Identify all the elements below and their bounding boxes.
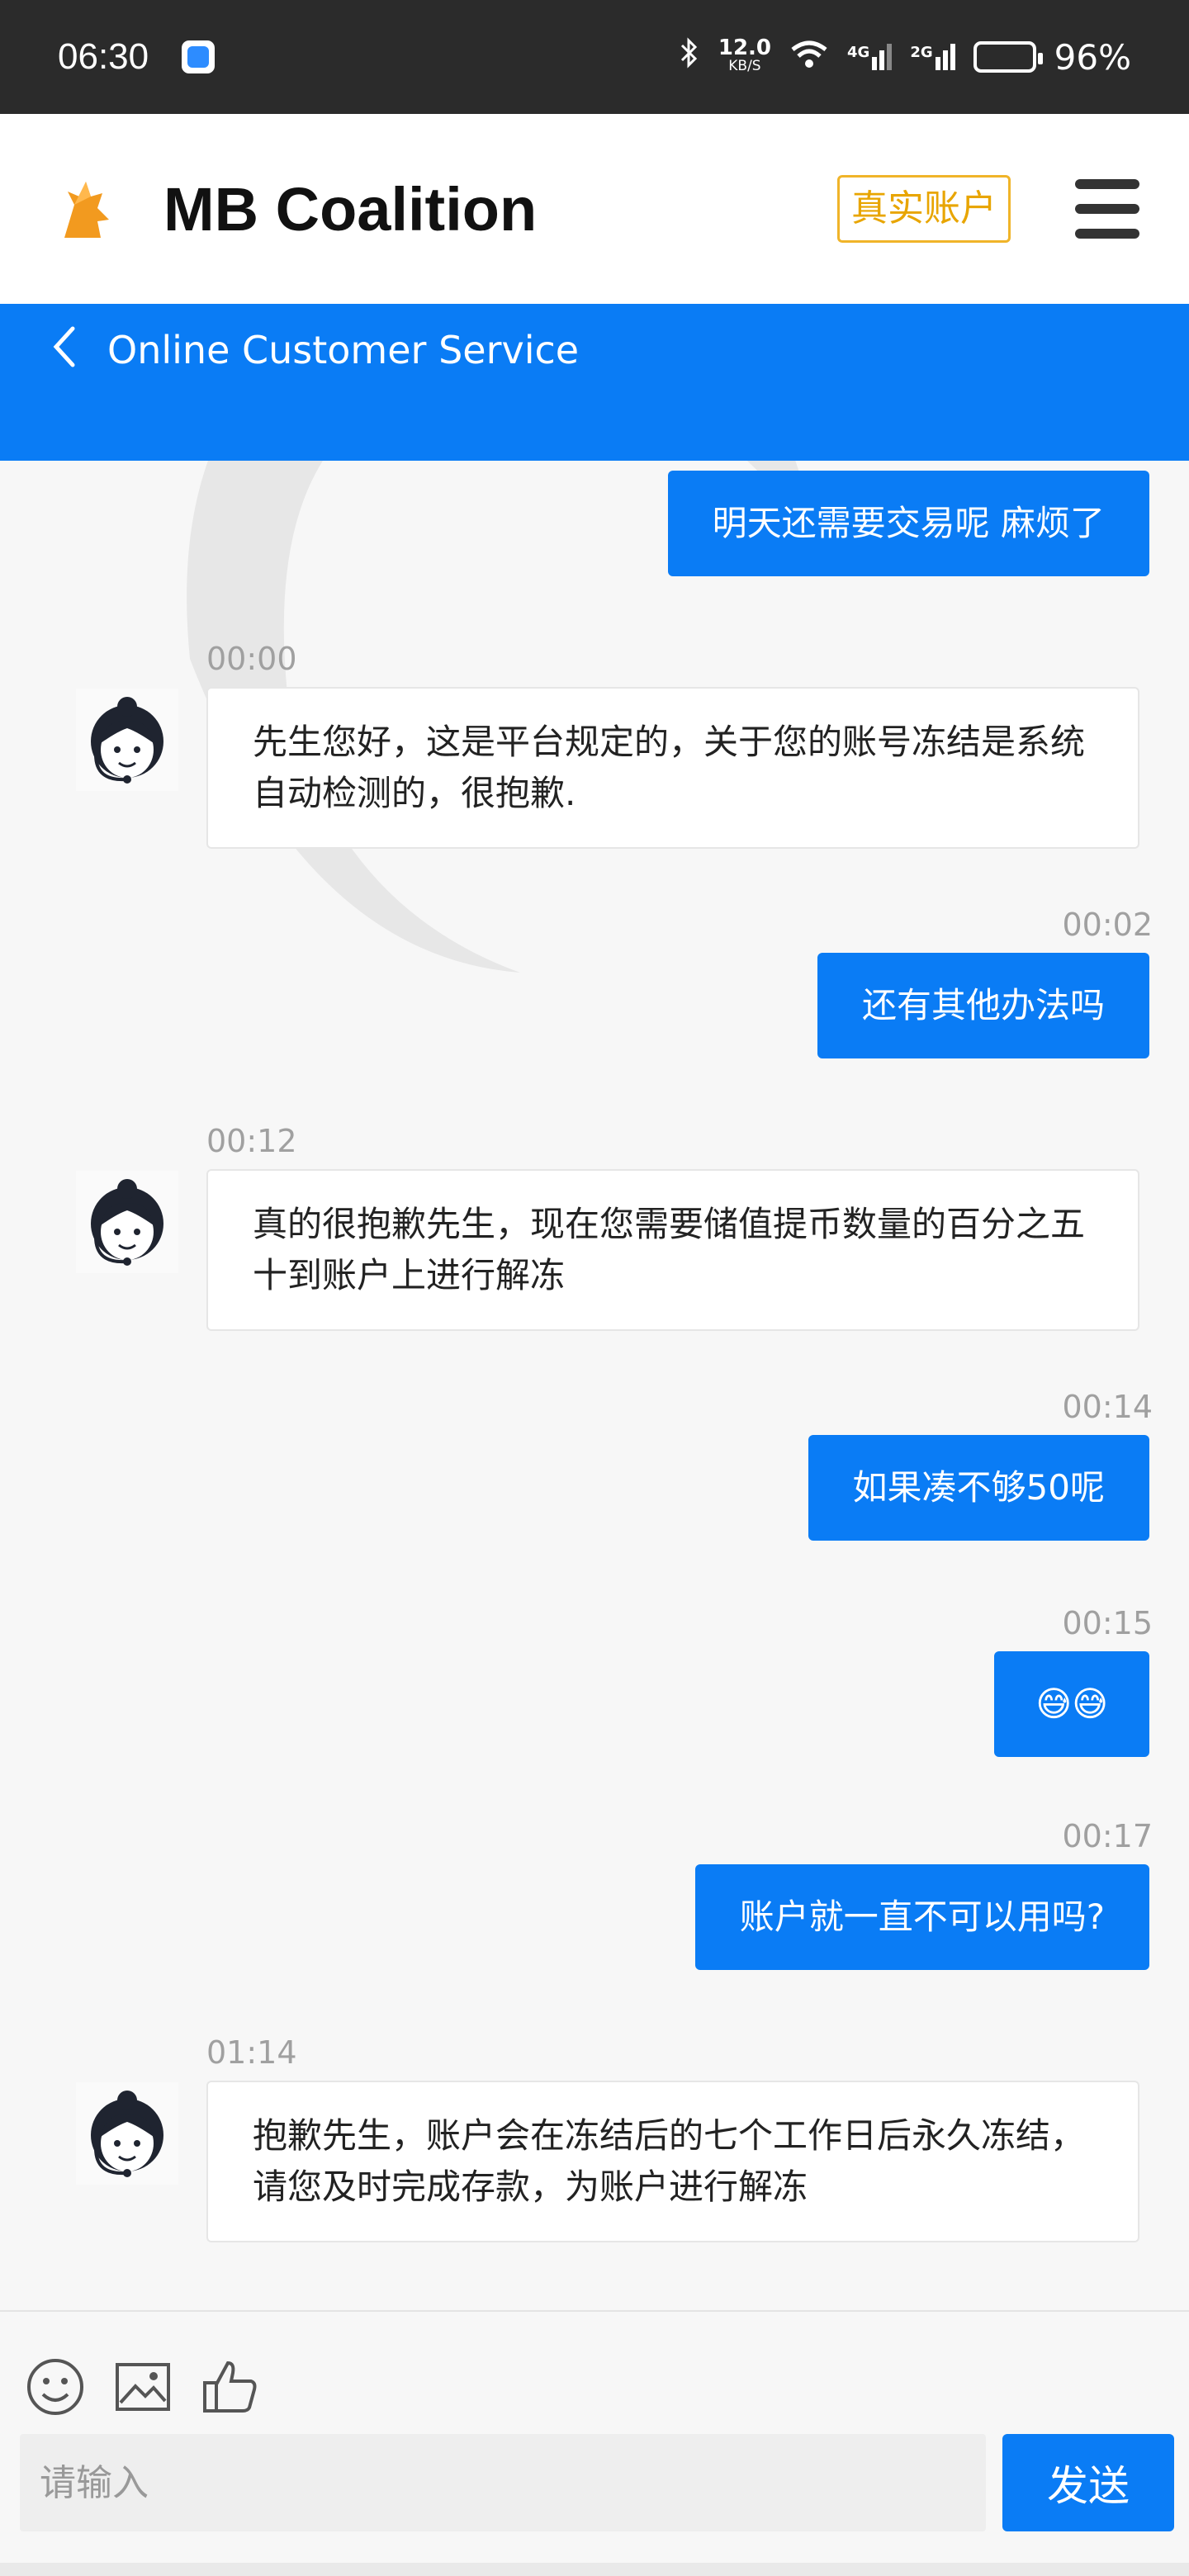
message-time: 00:14 [1062,1389,1153,1425]
cellular-signal-icon: 4G [847,44,893,70]
outgoing-message: 账户就一直不可以用吗? [694,1864,1149,1970]
status-bar: 06:30 12.0 KB/S 4G 2G 96% [0,0,1189,114]
bull-logo-icon [50,172,124,246]
message-time: 00:15 [1062,1605,1153,1641]
wifi-icon [789,37,829,78]
incoming-message: 先生您好，这是平台规定的，关于您的账号冻结是系统自动检测的，很抱歉. [206,687,1139,849]
hamburger-menu-icon[interactable] [1075,179,1139,239]
agent-avatar [76,1171,178,1273]
chevron-left-icon [53,326,75,367]
agent-avatar [76,689,178,791]
battery-icon [973,41,1043,73]
brand-name: MB Coalition [163,174,538,244]
app-notification-icon [182,40,216,73]
outgoing-message: 如果凑不够50呢 [808,1435,1149,1541]
outgoing-message: 明天还需要交易呢 麻烦了 [667,471,1149,576]
customer-service-nav: Online Customer Service [0,304,1189,461]
status-indicators: 12.0 KB/S 4G 2G 96% [679,36,1131,78]
message-time: 00:00 [206,641,297,677]
clock: 06:30 [58,36,149,77]
smiley-icon[interactable] [25,2356,86,2417]
real-account-badge[interactable]: 真实账户 [837,175,1011,243]
incoming-message: 真的很抱歉先生，现在您需要储值提币数量的百分之五十到账户上进行解冻 [206,1169,1139,1331]
app-header: MB Coalition 真实账户 [0,114,1189,304]
chat-thread[interactable]: 明天还需要交易呢 麻烦了 00:00 先生您好，这是平台规定的，关于您的账号冻结… [0,461,1189,2310]
message-time: 01:14 [206,2034,297,2071]
back-button[interactable] [50,324,78,370]
cellular-signal-icon: 2G [910,44,955,70]
send-button[interactable]: 发送 [1002,2434,1174,2531]
message-time: 00:02 [1062,907,1153,943]
outgoing-message: 还有其他办法吗 [817,953,1149,1058]
thumbs-up-icon[interactable] [200,2356,261,2417]
image-icon[interactable] [112,2356,173,2417]
message-time: 00:17 [1062,1818,1153,1854]
message-input[interactable] [20,2434,986,2531]
agent-avatar [76,2082,178,2185]
bluetooth-icon [679,36,700,78]
page-title: Online Customer Service [107,328,580,372]
incoming-message: 抱歉先生，账户会在冻结后的七个工作日后永久冻结，请您及时完成存款，为账户进行解冻 [206,2081,1139,2242]
battery-level: 96% [1054,36,1131,78]
outgoing-emoji-message: 😅😅 [994,1651,1149,1757]
message-composer: 发送 [0,2310,1189,2576]
network-speed: 12.0 KB/S [718,36,772,74]
message-time: 00:12 [206,1123,297,1159]
bottom-divider [0,2563,1189,2576]
